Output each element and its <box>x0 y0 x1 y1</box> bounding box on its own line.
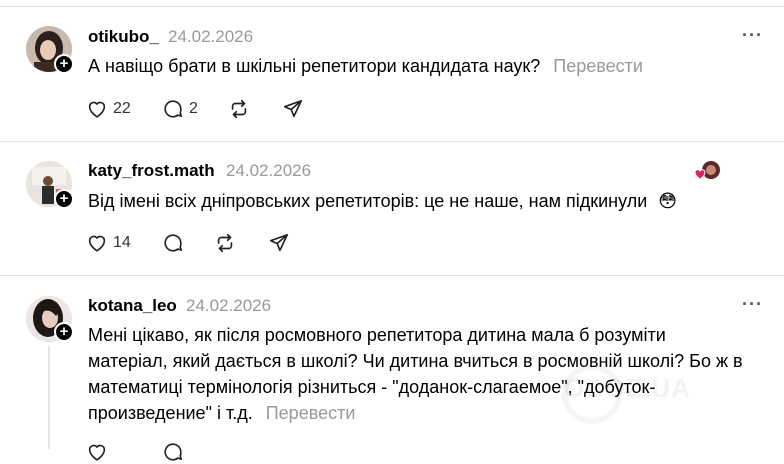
action-bar: 14 <box>86 231 346 255</box>
reply-button[interactable] <box>162 231 184 255</box>
watermark: OBOZ.UA <box>564 373 691 403</box>
thread-line <box>48 346 50 449</box>
post-date: 24.02.2026 <box>186 296 272 315</box>
translate-link[interactable]: Перевести <box>553 56 643 76</box>
divider <box>0 275 784 276</box>
like-button[interactable]: 14 <box>86 231 131 255</box>
username[interactable]: otikubo_ <box>88 27 159 47</box>
like-icon <box>88 444 106 461</box>
share-button[interactable] <box>268 231 290 255</box>
like-icon <box>88 101 106 118</box>
divider <box>0 141 784 142</box>
divider-top <box>0 6 784 7</box>
reply-button[interactable] <box>162 440 184 464</box>
like-button[interactable]: 22 <box>86 97 131 121</box>
reply-icon <box>164 234 183 252</box>
translate-link[interactable]: Перевести <box>266 403 356 423</box>
repost-button[interactable] <box>214 231 236 255</box>
follow-plus-icon[interactable]: + <box>54 189 74 209</box>
share-icon <box>283 99 303 118</box>
reply-count: 2 <box>189 100 198 117</box>
like-count: 14 <box>113 234 131 251</box>
post-body: А навіщо брати в шкільні репетитори канд… <box>88 56 541 76</box>
post-body-line: Мені цікаво, як після росмовного репетит… <box>88 325 666 345</box>
post-body-last: произведение" і т.д. <box>88 403 253 423</box>
follow-plus-icon[interactable]: + <box>54 322 74 342</box>
post-body: Від імені всіх дніпровських репетиторів:… <box>88 191 648 211</box>
username[interactable]: kotana_leo <box>88 296 177 316</box>
liked-by-avatar[interactable] <box>694 160 724 182</box>
reply-icon <box>164 443 183 461</box>
post-date: 24.02.2026 <box>168 27 254 46</box>
action-bar <box>86 440 346 464</box>
flushed-emoji: 😳 <box>658 191 678 211</box>
follow-plus-icon[interactable]: + <box>54 54 74 74</box>
action-bar: 22 2 <box>86 97 346 121</box>
like-count: 22 <box>113 100 131 117</box>
reply-button[interactable]: 2 <box>162 97 198 121</box>
username[interactable]: katy_frost.math <box>88 161 215 181</box>
share-button[interactable] <box>282 97 304 121</box>
reply-icon <box>164 100 183 118</box>
post-body-line: матеріал, який дається в школі? Чи дитин… <box>88 351 743 371</box>
repost-icon <box>217 233 233 253</box>
more-icon[interactable]: ··· <box>742 25 763 46</box>
post-text: А навіщо брати в шкільні репетитори канд… <box>88 53 768 79</box>
post-date: 24.02.2026 <box>226 161 312 180</box>
repost-icon <box>231 99 247 119</box>
share-icon <box>269 233 289 252</box>
repost-button[interactable] <box>228 97 250 121</box>
like-button[interactable] <box>86 440 108 464</box>
post-text: Від імені всіх дніпровських репетиторів:… <box>88 188 768 214</box>
like-icon <box>88 235 106 252</box>
more-icon[interactable]: ··· <box>742 294 763 315</box>
